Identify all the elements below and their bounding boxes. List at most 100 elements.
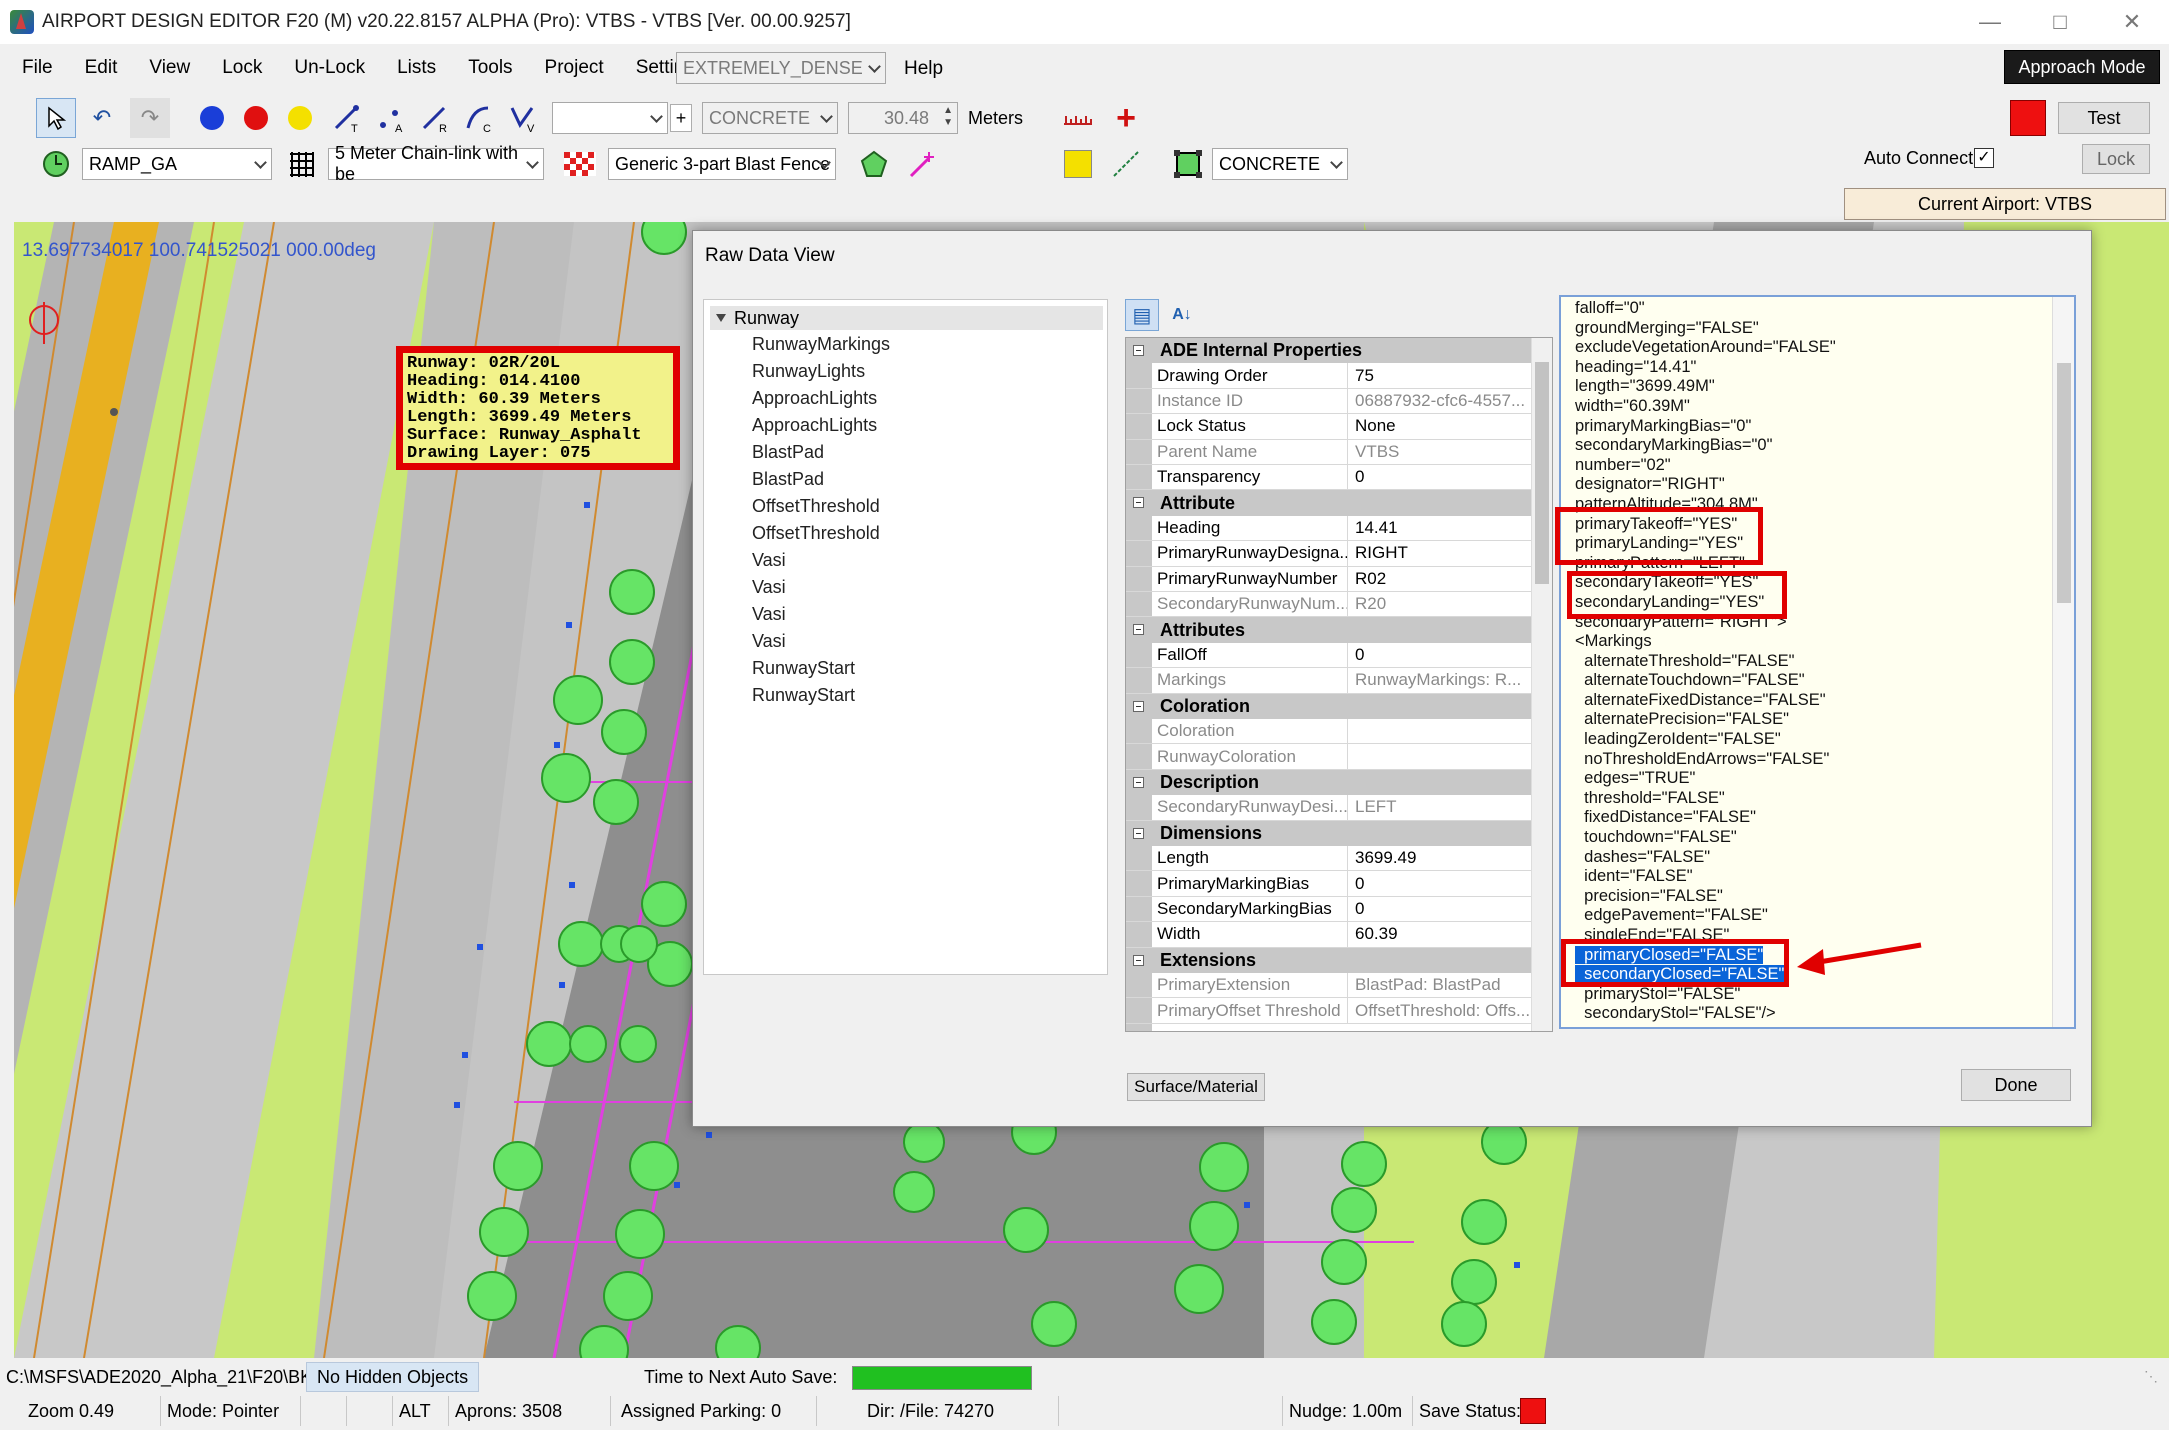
vertex-line-button[interactable]: V [502,98,542,138]
auto-connect-checkbox[interactable]: ✓ [1974,148,1994,168]
tree-item[interactable]: ApproachLights [752,415,877,436]
property-value[interactable] [1349,719,1532,743]
raw-scrollbar[interactable] [2052,297,2074,1027]
blast-fence-select[interactable]: Generic 3-part Blast Fence [608,148,836,180]
tree-item[interactable]: Vasi [752,631,786,652]
surface-select[interactable]: CONCRETE [702,102,838,134]
density-select[interactable]: EXTREMELY_DENSE [676,52,886,84]
property-row[interactable]: FallOff 0 [1126,642,1532,669]
yellow-fill-button[interactable] [1058,144,1098,184]
property-row[interactable]: Length 3699.49 [1126,846,1532,872]
scroll-thumb[interactable] [2057,363,2071,603]
test-button[interactable]: Test [2058,102,2150,134]
collapse-icon[interactable] [1133,624,1144,636]
menu-unlock[interactable]: Un-Lock [278,57,381,79]
property-value[interactable]: OffsetThreshold: Offs... [1349,998,1532,1022]
property-value[interactable]: 75 [1349,363,1532,387]
property-row[interactable]: SecondaryMarkingBias 0 [1126,896,1532,923]
property-value[interactable]: LEFT [1349,795,1532,819]
property-value[interactable]: R20 [1349,592,1532,616]
blast-fence-tool-button[interactable] [560,144,600,184]
menu-edit[interactable]: Edit [69,57,134,79]
tree-item[interactable]: Vasi [752,550,786,571]
property-row[interactable]: Transparency 0 [1126,465,1532,491]
collapse-icon[interactable] [1133,776,1144,788]
property-row[interactable]: SecondaryRunwayNum... R20 [1126,592,1532,618]
fence-tool-button[interactable] [282,144,322,184]
property-scrollbar[interactable] [1531,338,1552,1031]
menu-lists[interactable]: Lists [381,57,452,79]
wand-tool-button[interactable] [902,144,942,184]
property-value[interactable] [1349,744,1532,768]
line-style-button[interactable] [1106,144,1146,184]
property-row[interactable]: Drawing Order 75 [1126,363,1532,389]
tree-item[interactable]: RunwayStart [752,658,855,679]
property-row[interactable]: Coloration [1126,719,1532,745]
property-row[interactable]: SecondaryRunwayDesi... LEFT [1126,795,1532,821]
tree-item[interactable]: BlastPad [752,442,824,463]
tree-item[interactable]: OffsetThreshold [752,496,880,517]
collapse-icon[interactable] [1133,497,1144,509]
width-stepper[interactable]: 30.48 ▲ ▼ [848,102,958,134]
yellow-point-button[interactable] [280,98,320,138]
redo-button[interactable]: ↷ [130,98,170,138]
crosshair-button[interactable]: + [1106,98,1146,138]
spin-icon[interactable]: ▲ ▼ [943,105,953,129]
property-value[interactable]: BlastPad: BlastPad [1349,973,1532,997]
property-row[interactable]: RunwayColoration [1126,744,1532,770]
alphabetical-button[interactable]: A↓ [1165,299,1199,331]
property-row[interactable]: Width 60.39 [1126,922,1532,948]
menu-view[interactable]: View [133,57,206,79]
property-value[interactable]: 06887932-cfc6-4557... [1349,389,1532,413]
line-type-select[interactable] [552,102,668,134]
property-list[interactable]: ADE Internal Properties Drawing Order 75 In… [1125,337,1553,1032]
tree-item[interactable]: BlastPad [752,469,824,490]
property-value[interactable]: 14.41 [1349,516,1532,540]
fence-select[interactable]: 5 Meter Chain-link with be [328,143,544,184]
polygon-tool-button[interactable] [854,144,894,184]
property-category[interactable]: Extensions [1126,947,1532,973]
property-category[interactable]: Attribute [1126,490,1532,516]
property-value[interactable]: 3699.49 [1349,846,1532,870]
collapse-icon[interactable] [1133,345,1144,356]
tree-item[interactable]: OffsetThreshold [752,523,880,544]
property-value[interactable]: 0 [1349,897,1532,921]
object-tree[interactable]: Runway RunwayMarkings RunwayLights Approac… [703,299,1108,975]
resize-grip-icon[interactable]: ⋱ [2144,1368,2158,1385]
surface-material-button[interactable]: Surface/Material [1127,1073,1265,1101]
property-category[interactable]: ADE Internal Properties [1126,338,1532,364]
property-row[interactable]: Parent Name VTBS [1126,439,1532,465]
add-button[interactable]: + [670,104,692,132]
property-value[interactable]: RunwayMarkings: R... [1349,668,1532,692]
property-category[interactable]: Description [1126,769,1532,796]
runway-line-button[interactable]: R [414,98,454,138]
blue-point-button[interactable] [192,98,232,138]
pointer-tool-button[interactable] [36,98,76,138]
property-row[interactable]: PrimaryRunwayNumber R02 [1126,566,1532,592]
property-row[interactable]: PrimaryRunwayDesigna... RIGHT [1126,541,1532,567]
lock-button[interactable]: Lock [2082,144,2150,174]
maximize-icon[interactable]: □ [2026,0,2094,44]
categorized-button[interactable]: ▤ [1125,299,1159,331]
menu-lock[interactable]: Lock [206,57,278,79]
collapse-icon[interactable] [1133,827,1144,839]
ramp-select[interactable]: RAMP_GA [82,148,272,180]
property-value[interactable]: 0 [1349,871,1532,895]
menu-help[interactable]: Help [888,58,959,80]
property-value[interactable]: None [1349,414,1532,438]
menu-project[interactable]: Project [529,57,620,79]
tree-item[interactable]: RunwayLights [752,361,865,382]
property-row[interactable]: PrimaryMarkingBias 0 [1126,871,1532,897]
property-row[interactable]: PrimaryOffset Threshold OffsetThreshold: … [1126,998,1532,1024]
curve-line-button[interactable]: C [458,98,498,138]
expand-icon[interactable] [716,314,726,322]
collapse-icon[interactable] [1133,954,1144,966]
property-row[interactable]: Heading 14.41 [1126,515,1532,542]
area-tool-button[interactable] [1168,144,1208,184]
apron-line-button[interactable]: A [370,98,410,138]
scroll-thumb[interactable] [1535,362,1549,584]
property-value[interactable]: RIGHT [1349,541,1532,565]
red-point-button[interactable] [236,98,276,138]
property-row[interactable]: Markings RunwayMarkings: R... [1126,668,1532,694]
tree-item[interactable]: ApproachLights [752,388,877,409]
